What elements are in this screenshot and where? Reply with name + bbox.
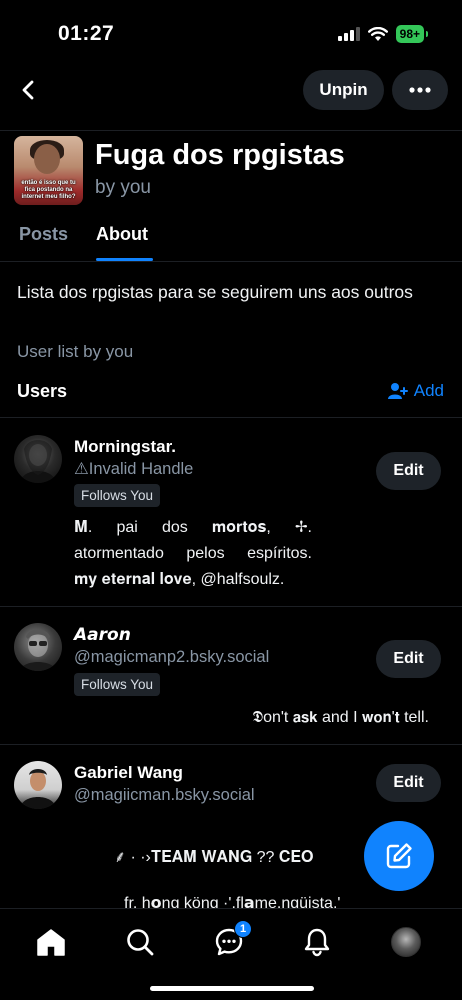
avatar[interactable] (14, 761, 62, 809)
nav-chat[interactable]: 1 (212, 920, 252, 959)
avatar-silhouette (20, 629, 56, 671)
avatar[interactable] (14, 623, 62, 671)
add-user-icon (387, 383, 408, 399)
edit-button[interactable]: Edit (376, 640, 441, 678)
active-tab-indicator (96, 258, 153, 261)
compose-icon (386, 843, 412, 869)
avatar-silhouette (20, 440, 56, 483)
battery-indicator: 98+ (395, 25, 429, 43)
edit-button[interactable]: Edit (376, 764, 441, 802)
profile-avatar (391, 927, 421, 957)
bio-line: 𝕯on't 𝗮𝘀𝗸 and I 𝘄𝗼𝗻'𝘁 tell. (252, 709, 429, 726)
edit-button[interactable]: Edit (376, 452, 441, 490)
status-icons: 98+ (337, 25, 429, 43)
list-avatar-caption: então é isso que tu fica postando na int… (21, 180, 76, 200)
compose-button[interactable] (364, 821, 434, 891)
wifi-icon (367, 26, 388, 41)
user-list-owner: User list by you (17, 342, 134, 361)
user-name: Morningstar. (74, 437, 177, 456)
bio-line: ⸙ · ·›𝐓𝐄𝐀𝐌 𝐖𝐀𝐍𝐆 ?? 𝐂𝐄𝐎 (114, 849, 314, 866)
chat-unread-badge: 1 (234, 920, 252, 938)
follows-you-badge: Follows You (74, 484, 161, 507)
list-header: então é isso que tu fica postando na int… (0, 130, 462, 212)
user-bio: 𝕯on't 𝗮𝘀𝗸 and I 𝘄𝗼𝗻'𝘁 tell. (252, 705, 429, 731)
nav-search[interactable] (123, 925, 157, 959)
user-handle: ⚠Invalid Handle (74, 460, 194, 478)
bio-line: 𝐌. pai dos 𝐦𝐨𝐫𝐭𝐨𝐬, ✢. (74, 519, 312, 536)
user-name: Gabriel Wang (74, 763, 183, 782)
cellular-signal-icon (337, 27, 360, 41)
list-item[interactable]: Morningstar. ⚠Invalid Handle Follows You… (0, 419, 462, 607)
ellipsis-icon (409, 87, 431, 93)
user-handle: @magicmanp2.bsky.social (74, 648, 270, 666)
nav-home[interactable] (34, 925, 68, 959)
follows-you-badge: Follows You (74, 673, 161, 696)
chevron-left-icon (22, 80, 34, 100)
status-time: 01:27 (58, 22, 115, 45)
tab-bar: Posts About (0, 212, 462, 262)
users-label: Users (17, 381, 68, 401)
more-options-button[interactable] (392, 70, 448, 110)
user-bio: 𝐌. pai dos 𝐦𝐨𝐫𝐭𝐨𝐬, ✢. atormentado pelos … (74, 515, 312, 593)
add-user-label: Add (413, 381, 444, 400)
list-avatar: então é isso que tu fica postando na int… (14, 136, 83, 205)
list-item[interactable]: 𝘼𝙖𝙧𝙤𝙣 @magicmanp2.bsky.social Follows Yo… (0, 607, 462, 745)
users-section-header: Users Add (0, 368, 462, 418)
tab-posts[interactable]: Posts (19, 224, 68, 245)
tab-about[interactable]: About (96, 224, 148, 245)
status-bar: 01:27 98+ (0, 0, 462, 64)
bio-line: 𝐦𝐲 𝐞𝐭𝐞𝐫𝐧𝐚𝐥 𝐥𝐨𝐯𝐞, @halfsoulz. (74, 571, 285, 588)
top-nav: Unpin (0, 68, 462, 112)
home-icon (37, 929, 65, 956)
bell-icon (304, 928, 330, 957)
search-icon (127, 929, 154, 956)
nav-notifications[interactable] (300, 925, 334, 959)
home-indicator (150, 986, 314, 991)
list-description: Lista dos rpgistas para se seguirem uns … (17, 282, 413, 302)
back-button[interactable] (14, 76, 42, 104)
unpin-button[interactable]: Unpin (303, 70, 384, 110)
avatar[interactable] (14, 435, 62, 483)
user-handle: @magiicman.bsky.social (74, 786, 255, 804)
avatar-silhouette (20, 769, 56, 809)
bio-line: atormentado pelos espíritos. (74, 545, 312, 562)
list-title: Fuga dos rpgistas (95, 139, 345, 171)
nav-profile[interactable] (389, 925, 423, 959)
user-name: 𝘼𝙖𝙧𝙤𝙣 (74, 625, 131, 644)
avatar-face-shape (34, 144, 60, 174)
list-owner: by you (95, 177, 151, 198)
add-user-button[interactable]: Add (387, 381, 444, 401)
